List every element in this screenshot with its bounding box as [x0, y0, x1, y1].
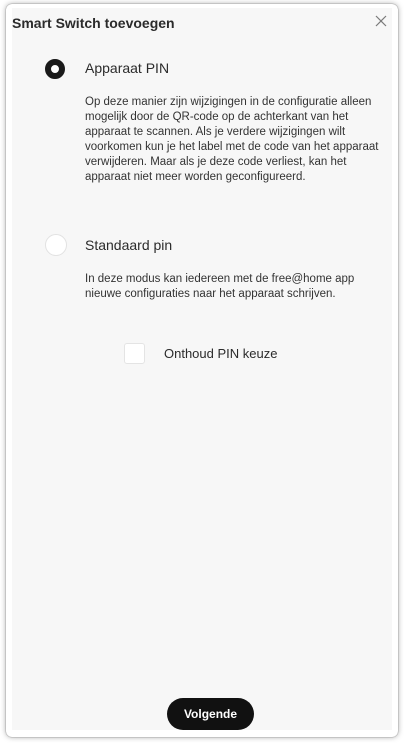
remember-pin-checkbox[interactable] [124, 343, 145, 364]
close-button[interactable] [372, 12, 390, 30]
radio-apparaat-pin[interactable] [45, 59, 65, 79]
add-smart-switch-dialog: Smart Switch toevoegen Apparaat PIN Op d… [12, 8, 392, 730]
dialog-title: Smart Switch toevoegen [12, 15, 175, 31]
radio-standaard-pin[interactable] [45, 234, 67, 256]
option-description-standaard-pin: In deze modus kan iedereen met de free@h… [85, 273, 355, 300]
option-label-standaard-pin[interactable]: Standaard pin [85, 237, 172, 253]
remember-pin-label[interactable]: Onthoud PIN keuze [164, 346, 277, 361]
next-button[interactable]: Volgende [167, 698, 254, 730]
option-label-apparaat-pin[interactable]: Apparaat PIN [85, 60, 169, 76]
close-icon [375, 15, 387, 27]
option-description-apparaat-pin: Op deze manier zijn wijzigingen in de co… [85, 96, 379, 183]
